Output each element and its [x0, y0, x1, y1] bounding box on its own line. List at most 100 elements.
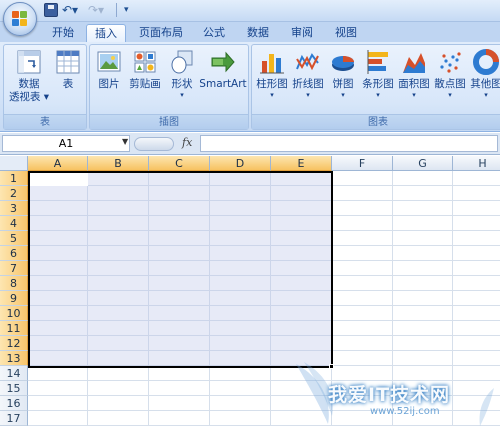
picture-label: 图片 — [98, 78, 120, 90]
row-header-15[interactable]: 15 — [0, 381, 28, 396]
select-all-corner[interactable] — [0, 156, 28, 171]
column-header-f[interactable]: F — [332, 156, 393, 171]
scatter-chart-label: 散点图 — [434, 78, 466, 90]
shapes-icon — [169, 49, 195, 75]
bar-chart-icon — [365, 49, 391, 75]
row-header-4[interactable]: 4 — [0, 216, 28, 231]
row-header-17[interactable]: 17 — [0, 411, 28, 426]
row-header-3[interactable]: 3 — [0, 201, 28, 216]
row-header-13[interactable]: 13 — [0, 351, 28, 366]
gridline-row — [28, 395, 500, 396]
row-header-5[interactable]: 5 — [0, 231, 28, 246]
column-header-a[interactable]: A — [28, 156, 88, 171]
tab-page-layout[interactable]: 页面布局 — [132, 24, 190, 42]
column-header-e[interactable]: E — [271, 156, 332, 171]
table-group-label: 表 — [4, 114, 86, 129]
pivot-table-icon — [16, 49, 42, 75]
selection-range — [28, 171, 333, 368]
row-header-9[interactable]: 9 — [0, 291, 28, 306]
active-cell[interactable] — [30, 173, 88, 186]
tab-review[interactable]: 审阅 — [284, 24, 320, 42]
row-header-10[interactable]: 10 — [0, 306, 28, 321]
ribbon: 数据 透视表 ▾ 表 表 图片 剪贴画 形状 ▾ SmartArt 插图 柱形图… — [0, 42, 500, 132]
row-header-12[interactable]: 12 — [0, 336, 28, 351]
row-header-8[interactable]: 8 — [0, 276, 28, 291]
row-header-7[interactable]: 7 — [0, 261, 28, 276]
shapes-dropdown-icon: ▾ — [180, 91, 184, 99]
row-header-16[interactable]: 16 — [0, 396, 28, 411]
formula-input[interactable] — [200, 135, 498, 152]
column-header-c[interactable]: C — [149, 156, 210, 171]
bar-chart-button[interactable]: 条形图 ▾ — [360, 49, 396, 99]
line-chart-dropdown-icon: ▾ — [306, 91, 310, 99]
table-button[interactable]: 表 — [52, 49, 84, 91]
tab-insert[interactable]: 插入 — [86, 24, 126, 42]
line-chart-button[interactable]: 折线图 ▾ — [290, 49, 326, 99]
column-header-d[interactable]: D — [210, 156, 271, 171]
office-button[interactable] — [3, 2, 37, 36]
smartart-label: SmartArt — [199, 78, 247, 90]
ribbon-tabs: 开始 插入 页面布局 公式 数据 审阅 视图 — [0, 22, 500, 42]
pie-chart-label: 饼图 — [332, 78, 354, 90]
quick-access-separator — [116, 3, 117, 17]
column-header-b[interactable]: B — [88, 156, 149, 171]
other-charts-button[interactable]: 其他图 ▾ — [468, 49, 500, 99]
tab-view[interactable]: 视图 — [328, 24, 364, 42]
scatter-chart-icon — [437, 49, 463, 75]
scatter-chart-button[interactable]: 散点图 ▾ — [432, 49, 468, 99]
shapes-label: 形状 — [171, 78, 193, 90]
illustrations-group: 图片 剪贴画 形状 ▾ SmartArt 插图 — [89, 44, 249, 130]
pie-chart-button[interactable]: 饼图 ▾ — [328, 49, 358, 99]
area-chart-label: 面积图 — [398, 78, 430, 90]
picture-icon — [96, 49, 122, 75]
column-chart-icon — [259, 49, 285, 75]
shapes-button[interactable]: 形状 ▾ — [166, 49, 198, 99]
undo-icon[interactable]: ↶▾ — [62, 3, 84, 19]
worksheet-grid[interactable]: ABCDEFGH 1 2 3 4 5 6 7 8 9 10 11 12 13 14 15 16 17 — [0, 156, 500, 431]
area-chart-button[interactable]: 面积图 ▾ — [396, 49, 432, 99]
row-header-2[interactable]: 2 — [0, 186, 28, 201]
fill-handle[interactable] — [329, 364, 334, 369]
other-charts-dropdown-icon: ▾ — [484, 91, 488, 99]
gridline-column — [452, 171, 453, 426]
smartart-button[interactable]: SmartArt — [198, 49, 248, 91]
picture-button[interactable]: 图片 — [94, 49, 124, 91]
table-group: 数据 透视表 ▾ 表 表 — [3, 44, 87, 130]
name-box-dropdown-icon[interactable]: ▼ — [122, 137, 128, 146]
column-header-g[interactable]: G — [393, 156, 453, 171]
formula-bar-handle[interactable] — [134, 137, 174, 151]
formula-bar: A1 ▼ fx — [0, 133, 500, 155]
table-label: 表 — [62, 78, 74, 90]
line-chart-icon — [295, 49, 321, 75]
insert-function-icon[interactable]: fx — [182, 136, 192, 149]
row-header-1[interactable]: 1 — [0, 171, 28, 186]
save-icon[interactable] — [44, 3, 58, 17]
gridline-row — [28, 380, 500, 381]
charts-group-label: 图表 — [252, 114, 500, 129]
pivot-table-label-1: 数据 — [18, 78, 40, 90]
customize-quick-access-button[interactable]: ▾ — [124, 3, 134, 19]
row-header-11[interactable]: 11 — [0, 321, 28, 336]
name-box[interactable]: A1 — [2, 135, 130, 152]
gridline-row — [28, 410, 500, 411]
pie-chart-icon — [330, 49, 356, 75]
column-chart-dropdown-icon: ▾ — [270, 91, 274, 99]
other-charts-label: 其他图 — [470, 78, 500, 90]
column-chart-label: 柱形图 — [256, 78, 288, 90]
clip-art-button[interactable]: 剪贴画 — [126, 49, 164, 91]
tab-data[interactable]: 数据 — [240, 24, 276, 42]
column-header-h[interactable]: H — [453, 156, 500, 171]
gridline-row — [28, 425, 500, 426]
row-header-6[interactable]: 6 — [0, 246, 28, 261]
tab-formulas[interactable]: 公式 — [196, 24, 232, 42]
row-header-14[interactable]: 14 — [0, 366, 28, 381]
line-chart-label: 折线图 — [292, 78, 324, 90]
column-chart-button[interactable]: 柱形图 ▾ — [254, 49, 290, 99]
table-icon — [55, 49, 81, 75]
area-chart-dropdown-icon: ▾ — [412, 91, 416, 99]
tab-home[interactable]: 开始 — [44, 24, 82, 42]
office-logo-icon — [12, 11, 28, 27]
pie-chart-dropdown-icon: ▾ — [341, 91, 345, 99]
pivot-table-button[interactable]: 数据 透视表 ▾ — [6, 49, 52, 104]
redo-icon[interactable]: ↷▾ — [88, 3, 110, 19]
